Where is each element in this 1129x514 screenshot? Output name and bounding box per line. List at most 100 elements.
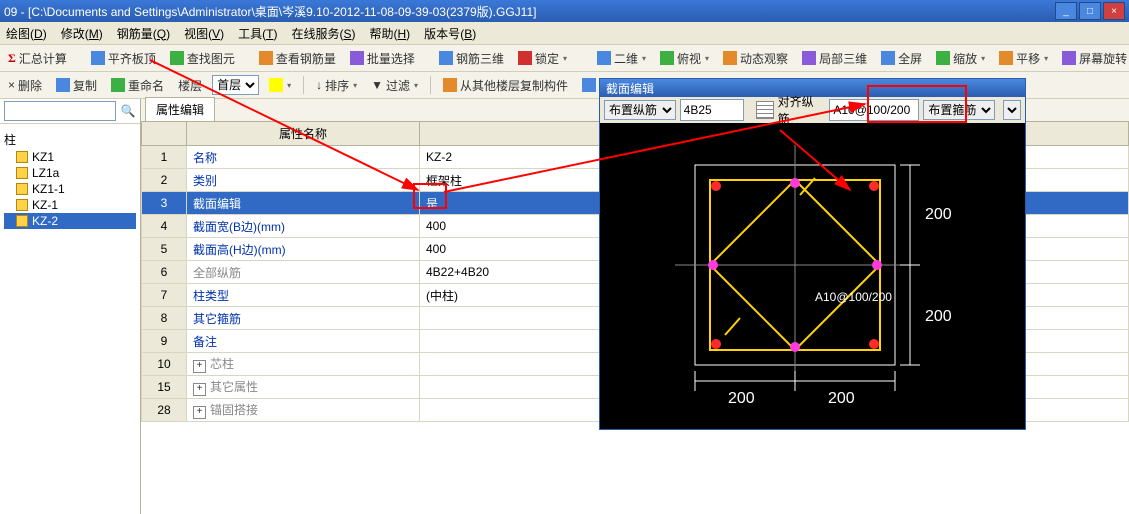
- btn-rename[interactable]: 重命名: [107, 75, 168, 96]
- property-name: 截面宽(B边)(mm): [187, 215, 420, 238]
- property-name: +锚固搭接: [187, 399, 420, 422]
- window-controls: _ □ ×: [1055, 2, 1125, 20]
- tree-item-lz1a[interactable]: LZ1a: [4, 165, 136, 181]
- window-title: 09 - [C:\Documents and Settings\Administ…: [4, 3, 536, 20]
- menu-modify[interactable]: 修改(M): [61, 25, 103, 42]
- col-header-name: 属性名称: [187, 122, 420, 146]
- label-align-longitudinal: 对齐纵筋: [778, 93, 826, 127]
- search-input[interactable]: [4, 101, 116, 121]
- btn-orbit[interactable]: 动态观察: [719, 48, 792, 69]
- row-number: 15: [142, 376, 187, 399]
- input-stirrup-spec[interactable]: [829, 99, 919, 121]
- row-number: 3: [142, 192, 187, 215]
- cube-icon: [16, 183, 28, 195]
- row-number: 28: [142, 399, 187, 422]
- expand-icon[interactable]: +: [193, 406, 206, 419]
- row-number: 7: [142, 284, 187, 307]
- property-name: 柱类型: [187, 284, 420, 307]
- grid-icon[interactable]: [756, 101, 774, 119]
- label-floor: 楼层: [174, 75, 206, 96]
- maximize-button[interactable]: □: [1079, 2, 1101, 20]
- btn-sort[interactable]: ↓ 排序▾: [312, 75, 361, 96]
- stirrup-note: A10@100/200: [815, 290, 892, 304]
- dim-bottom-left: 200: [728, 390, 755, 407]
- section-svg: 200 200 200 200 A10@100/200: [600, 123, 1025, 429]
- btn-rebar-3d[interactable]: 钢筋三维: [435, 48, 508, 69]
- row-number: 10: [142, 353, 187, 376]
- input-longitudinal-spec[interactable]: [680, 99, 744, 121]
- expand-icon[interactable]: +: [193, 360, 206, 373]
- tree-root-column[interactable]: 柱: [4, 130, 136, 149]
- btn-2d[interactable]: 二维▾: [593, 48, 650, 69]
- title-bar: 09 - [C:\Documents and Settings\Administ…: [0, 0, 1129, 22]
- dd-extra[interactable]: [1003, 100, 1021, 120]
- col-header-rownum: [142, 122, 187, 146]
- btn-delete[interactable]: × 删除: [4, 75, 46, 96]
- floor-select[interactable]: 首层: [212, 75, 259, 95]
- menu-version[interactable]: 版本号(B): [424, 25, 476, 42]
- left-panel: 🔍 柱 KZ1 LZ1a KZ1-1 KZ-1 KZ-2: [0, 99, 141, 514]
- property-name: 全部纵筋: [187, 261, 420, 284]
- tree-item-kz-2[interactable]: KZ-2: [4, 213, 136, 229]
- cube-icon: [16, 199, 28, 211]
- row-number: 4: [142, 215, 187, 238]
- tab-property-edit[interactable]: 属性编辑: [145, 97, 215, 121]
- btn-fullscreen[interactable]: 全屏: [877, 48, 926, 69]
- tree-item-kz-1[interactable]: KZ-1: [4, 197, 136, 213]
- property-name: 名称: [187, 146, 420, 169]
- minimize-button[interactable]: _: [1055, 2, 1077, 20]
- menu-tools[interactable]: 工具(T): [238, 25, 277, 42]
- row-number: 8: [142, 307, 187, 330]
- menu-rebar-qty[interactable]: 钢筋量(Q): [117, 25, 170, 42]
- dim-bottom-right: 200: [828, 390, 855, 407]
- property-name: +其它属性: [187, 376, 420, 399]
- property-name: +芯柱: [187, 353, 420, 376]
- cube-icon: [16, 167, 28, 179]
- search-bar: 🔍: [0, 99, 140, 124]
- row-number: 5: [142, 238, 187, 261]
- row-number: 6: [142, 261, 187, 284]
- tree-item-kz1[interactable]: KZ1: [4, 149, 136, 165]
- section-editor-toolbar: 布置纵筋 对齐纵筋 布置箍筋: [600, 97, 1025, 123]
- btn-align-slab-top[interactable]: 平齐板顶: [87, 48, 160, 69]
- menu-online[interactable]: 在线服务(S): [291, 25, 355, 42]
- dd-place-longitudinal[interactable]: 布置纵筋: [604, 100, 676, 120]
- separator: [303, 76, 304, 94]
- btn-copy[interactable]: 复制: [52, 75, 101, 96]
- row-number: 1: [142, 146, 187, 169]
- property-name: 截面编辑: [187, 192, 420, 215]
- property-name: 类别: [187, 169, 420, 192]
- btn-batch-select[interactable]: 批量选择: [346, 48, 419, 69]
- separator: [430, 76, 431, 94]
- btn-zoom[interactable]: 缩放▾: [932, 48, 989, 69]
- btn-find-element[interactable]: 查找图元: [166, 48, 239, 69]
- btn-pan[interactable]: 平移▾: [995, 48, 1052, 69]
- close-button[interactable]: ×: [1103, 2, 1125, 20]
- tree-item-kz1-1[interactable]: KZ1-1: [4, 181, 136, 197]
- btn-filter[interactable]: ▼ 过滤▾: [367, 75, 422, 96]
- dim-right-bottom: 200: [925, 308, 952, 325]
- cube-icon: [16, 151, 28, 163]
- btn-summary-calc[interactable]: Σ汇总计算: [4, 48, 71, 69]
- btn-copy-from-floor[interactable]: 从其他楼层复制构件: [439, 75, 572, 96]
- menu-draw[interactable]: 绘图(D): [6, 25, 47, 42]
- expand-icon[interactable]: +: [193, 383, 206, 396]
- section-canvas[interactable]: 200 200 200 200 A10@100/200: [600, 123, 1025, 429]
- btn-view-rebar-qty[interactable]: 查看钢筋量: [255, 48, 340, 69]
- menu-help[interactable]: 帮助(H): [369, 25, 410, 42]
- menu-view[interactable]: 视图(V): [184, 25, 224, 42]
- menu-bar: 绘图(D) 修改(M) 钢筋量(Q) 视图(V) 工具(T) 在线服务(S) 帮…: [0, 22, 1129, 44]
- btn-lock[interactable]: 锁定▾: [514, 48, 571, 69]
- section-editor-panel: 截面编辑 布置纵筋 对齐纵筋 布置箍筋: [599, 78, 1026, 430]
- btn-top-view[interactable]: 俯视▾: [656, 48, 713, 69]
- btn-local-3d[interactable]: 局部三维: [798, 48, 871, 69]
- cube-icon: [16, 215, 28, 227]
- btn-screen-rotate[interactable]: 屏幕旋转▾: [1058, 48, 1129, 69]
- property-name: 截面高(H边)(mm): [187, 238, 420, 261]
- toolbar-primary: Σ汇总计算 平齐板顶 查找图元 查看钢筋量 批量选择 钢筋三维 锁定▾ 二维▾ …: [0, 44, 1129, 72]
- btn-color-picker[interactable]: ▾: [265, 76, 295, 94]
- row-number: 9: [142, 330, 187, 353]
- dd-place-stirrup[interactable]: 布置箍筋: [923, 100, 995, 120]
- row-number: 2: [142, 169, 187, 192]
- search-icon[interactable]: 🔍: [120, 103, 136, 119]
